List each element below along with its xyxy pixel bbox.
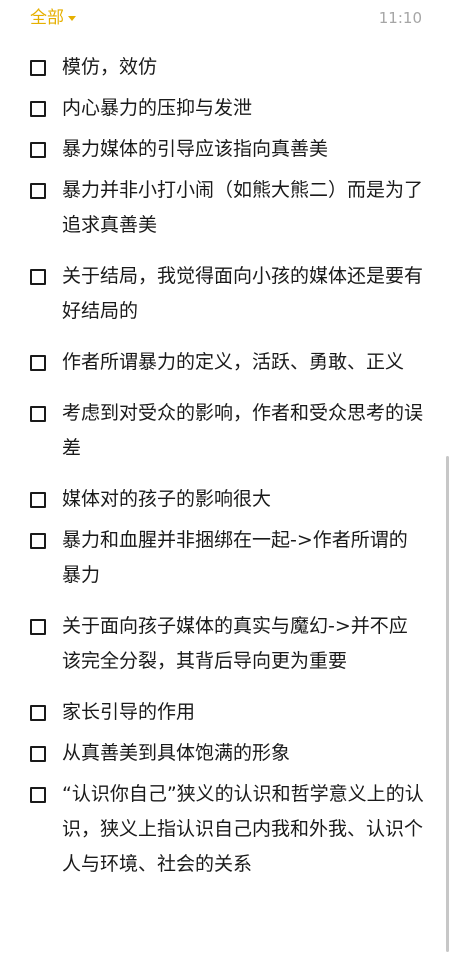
task-text: 模仿，效仿 — [62, 56, 158, 78]
list-item[interactable]: 暴力和血腥并非捆绑在一起->作者所谓的暴力 — [0, 523, 452, 593]
task-text: “认识你自己”狭义的认识和哲学意义上的认识，狭义上指认识自己内我和外我、认识个人… — [62, 783, 424, 875]
list-item[interactable]: 内心暴力的压抑与发泄 — [0, 91, 452, 126]
checkbox-icon[interactable] — [30, 355, 46, 371]
list-item[interactable]: 从真善美到具体饱满的形象 — [0, 736, 452, 771]
list-item[interactable]: 作者所谓暴力的定义，活跃、勇敢、正义 — [0, 345, 452, 380]
list-item[interactable]: 关于面向孩子媒体的真实与魔幻->并不应该完全分裂，其背后导向更为重要 — [0, 609, 452, 679]
list-item[interactable]: 家长引导的作用 — [0, 695, 452, 730]
list-item[interactable]: 暴力媒体的引导应该指向真善美 — [0, 132, 452, 167]
task-text: 家长引导的作用 — [62, 701, 196, 723]
task-text: 作者所谓暴力的定义，活跃、勇敢、正义 — [62, 351, 405, 373]
time-display: 11:10 — [378, 9, 422, 27]
checkbox-icon[interactable] — [30, 142, 46, 158]
checkbox-icon[interactable] — [30, 183, 46, 199]
checkbox-icon[interactable] — [30, 746, 46, 762]
top-bar: 全部 11:10 — [0, 0, 452, 36]
task-list: 模仿，效仿 内心暴力的压抑与发泄 暴力媒体的引导应该指向真善美 暴力并非小打小闹… — [0, 50, 452, 888]
checkbox-icon[interactable] — [30, 492, 46, 508]
list-item[interactable]: “认识你自己”狭义的认识和哲学意义上的认识，狭义上指认识自己内我和外我、认识个人… — [0, 777, 452, 882]
task-text: 媒体对的孩子的影响很大 — [62, 488, 272, 510]
list-item[interactable]: 考虑到对受众的影响，作者和受众思考的误差 — [0, 396, 452, 466]
checkbox-icon[interactable] — [30, 60, 46, 76]
list-item[interactable]: 媒体对的孩子的影响很大 — [0, 482, 452, 517]
task-text: 暴力并非小打小闹（如熊大熊二）而是为了追求真善美 — [62, 179, 424, 236]
checkbox-icon[interactable] — [30, 269, 46, 285]
task-text: 暴力和血腥并非捆绑在一起->作者所谓的暴力 — [62, 529, 408, 586]
checkbox-icon[interactable] — [30, 705, 46, 721]
filter-label: 全部 — [30, 8, 64, 28]
checkbox-icon[interactable] — [30, 101, 46, 117]
list-item[interactable]: 暴力并非小打小闹（如熊大熊二）而是为了追求真善美 — [0, 173, 452, 243]
scrollbar[interactable] — [446, 456, 449, 952]
task-text: 暴力媒体的引导应该指向真善美 — [62, 138, 329, 160]
task-text: 考虑到对受众的影响，作者和受众思考的误差 — [62, 402, 424, 459]
task-text: 从真善美到具体饱满的形象 — [62, 742, 291, 764]
chevron-down-icon — [68, 15, 76, 21]
checkbox-icon[interactable] — [30, 619, 46, 635]
task-text: 内心暴力的压抑与发泄 — [62, 97, 253, 119]
task-text: 关于面向孩子媒体的真实与魔幻->并不应该完全分裂，其背后导向更为重要 — [62, 615, 408, 672]
list-item[interactable]: 模仿，效仿 — [0, 50, 452, 85]
list-item[interactable]: 关于结局，我觉得面向小孩的媒体还是要有好结局的 — [0, 259, 452, 329]
checkbox-icon[interactable] — [30, 533, 46, 549]
checkbox-icon[interactable] — [30, 787, 46, 803]
checkbox-icon[interactable] — [30, 406, 46, 422]
task-text: 关于结局，我觉得面向小孩的媒体还是要有好结局的 — [62, 265, 424, 322]
filter-dropdown[interactable]: 全部 — [30, 8, 76, 28]
